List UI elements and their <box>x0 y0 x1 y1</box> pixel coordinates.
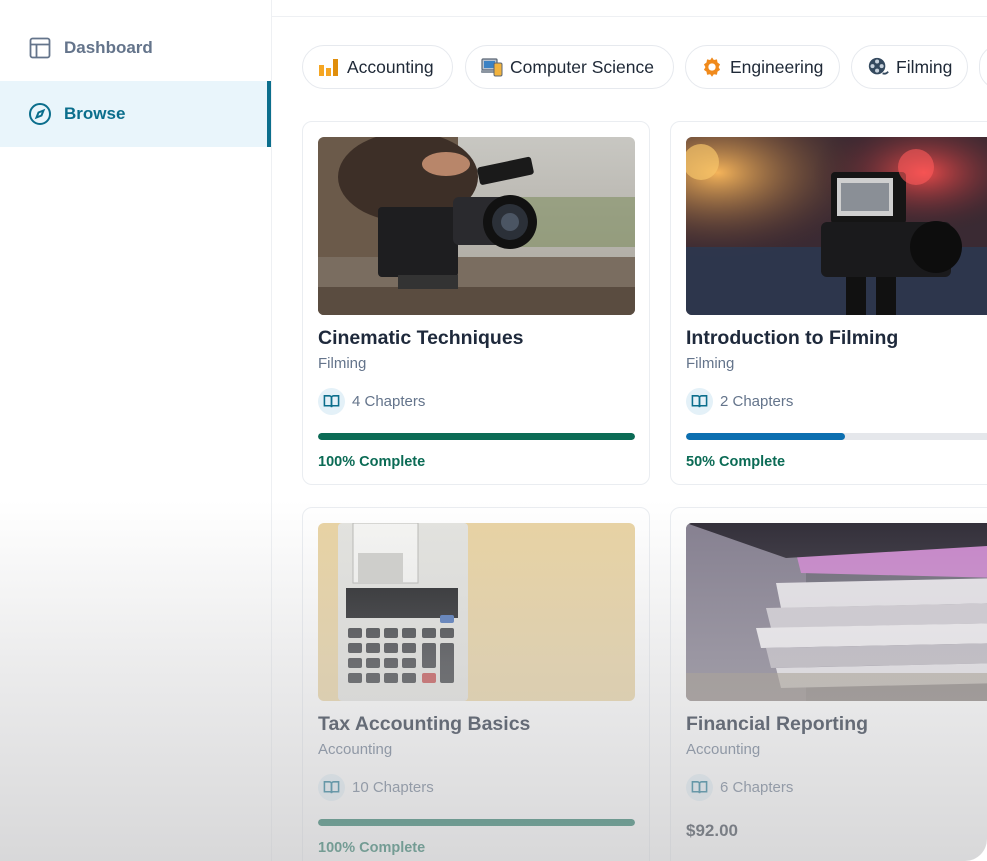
film-reel-icon <box>867 56 889 78</box>
course-category: Filming <box>686 355 735 372</box>
sidebar-item-dashboard[interactable]: Dashboard <box>0 15 271 81</box>
progress-fill <box>318 433 635 440</box>
computer-icon <box>481 56 503 78</box>
chapter-count: 6 Chapters <box>686 774 793 801</box>
sidebar-item-browse[interactable]: Browse <box>0 81 271 147</box>
category-chip-accounting[interactable]: Accounting <box>302 45 453 89</box>
app-window: Dashboard Browse Accounting Computer Sci… <box>0 0 987 861</box>
progress-bar <box>686 433 987 440</box>
course-card[interactable]: Tax Accounting Basics Accounting 10 Chap… <box>302 507 650 861</box>
book-icon <box>686 774 713 801</box>
chip-label: Computer Science <box>510 56 654 77</box>
progress-label: 50% Complete <box>686 454 786 470</box>
chapter-count-label: 4 Chapters <box>352 393 426 410</box>
course-image-camera <box>318 137 635 315</box>
chip-label: Filming <box>896 56 953 77</box>
category-chip-partial[interactable] <box>979 45 987 89</box>
category-chip-computer-science[interactable]: Computer Science <box>465 45 674 89</box>
progress-label: 100% Complete <box>318 840 426 856</box>
category-chip-filming[interactable]: Filming <box>851 45 968 89</box>
book-icon <box>686 388 713 415</box>
course-image-calculator <box>318 523 635 701</box>
chip-label: Engineering <box>730 56 824 77</box>
course-title: Introduction to Filming <box>686 327 899 349</box>
bar-chart-icon <box>318 56 340 78</box>
layout-icon <box>28 36 52 60</box>
chapter-count-label: 10 Chapters <box>352 779 434 796</box>
category-chip-engineering[interactable]: Engineering <box>685 45 840 89</box>
chapter-count: 4 Chapters <box>318 388 425 415</box>
gear-icon <box>701 56 723 78</box>
compass-icon <box>28 102 52 126</box>
progress-bar <box>318 433 635 440</box>
progress-fill <box>686 433 845 440</box>
course-category: Accounting <box>686 741 761 758</box>
top-navbar <box>272 0 987 17</box>
progress-label: 100% Complete <box>318 454 426 470</box>
chapter-count: 2 Chapters <box>686 388 793 415</box>
progress-fill <box>318 819 635 826</box>
course-category: Accounting <box>318 741 393 758</box>
chapter-count: 10 Chapters <box>318 774 434 801</box>
book-icon <box>318 774 345 801</box>
sidebar-item-label: Browse <box>64 104 126 123</box>
book-icon <box>318 388 345 415</box>
sidebar-item-label: Dashboard <box>64 38 153 57</box>
course-card[interactable]: Introduction to Filming Filming 2 Chapte… <box>670 121 987 485</box>
progress-bar <box>318 819 635 826</box>
course-card[interactable]: Financial Reporting Accounting 6 Chapter… <box>670 507 987 861</box>
course-card[interactable]: Cinematic Techniques Filming 4 Chapters … <box>302 121 650 485</box>
course-title: Cinematic Techniques <box>318 327 524 349</box>
course-title: Tax Accounting Basics <box>318 713 531 735</box>
course-price: $92.00 <box>686 821 738 840</box>
chapter-count-label: 2 Chapters <box>720 393 794 410</box>
course-title: Financial Reporting <box>686 713 869 735</box>
course-image-video-camera <box>686 137 987 315</box>
course-image-paper-stack <box>686 523 987 701</box>
sidebar: Dashboard Browse <box>0 0 272 861</box>
chapter-count-label: 6 Chapters <box>720 779 794 796</box>
chip-label: Accounting <box>347 56 434 77</box>
course-category: Filming <box>318 355 367 372</box>
